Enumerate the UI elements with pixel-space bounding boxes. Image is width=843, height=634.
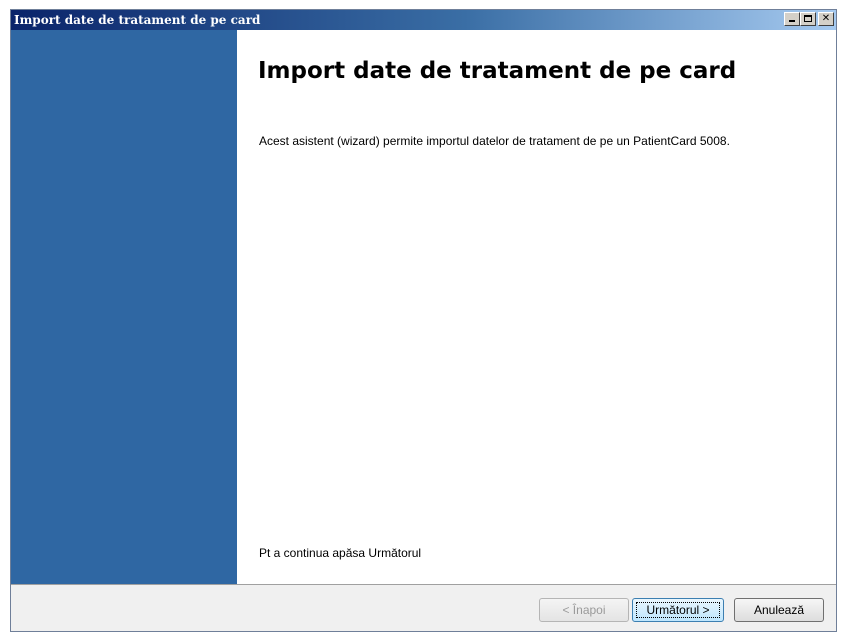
cancel-button[interactable]: Anulează	[734, 598, 824, 622]
caption-buttons: ✕	[784, 12, 834, 26]
minimize-icon	[789, 20, 795, 22]
page-description: Acest asistent (wizard) permite importul…	[259, 134, 730, 148]
continue-hint: Pt a continua apăsa Următorul	[259, 546, 422, 560]
maximize-icon	[804, 15, 812, 22]
minimize-button[interactable]	[784, 12, 800, 26]
back-button[interactable]: < Înapoi	[539, 598, 629, 622]
wizard-footer: < Înapoi Următorul > Anulează	[11, 584, 836, 631]
wizard-content: Import date de tratament de pe card Aces…	[237, 30, 836, 584]
title-bar[interactable]: Import date de tratament de pe card ✕	[11, 10, 836, 30]
window-title: Import date de tratament de pe card	[14, 13, 261, 27]
wizard-window: Import date de tratament de pe card ✕ Im…	[10, 9, 837, 632]
maximize-button[interactable]	[800, 12, 816, 26]
wizard-sidebar-panel	[11, 30, 237, 584]
next-button[interactable]: Următorul >	[632, 598, 724, 622]
close-button[interactable]: ✕	[818, 12, 834, 26]
close-icon: ✕	[821, 13, 831, 24]
focus-rectangle	[636, 602, 720, 618]
page-heading: Import date de tratament de pe card	[258, 58, 737, 84]
